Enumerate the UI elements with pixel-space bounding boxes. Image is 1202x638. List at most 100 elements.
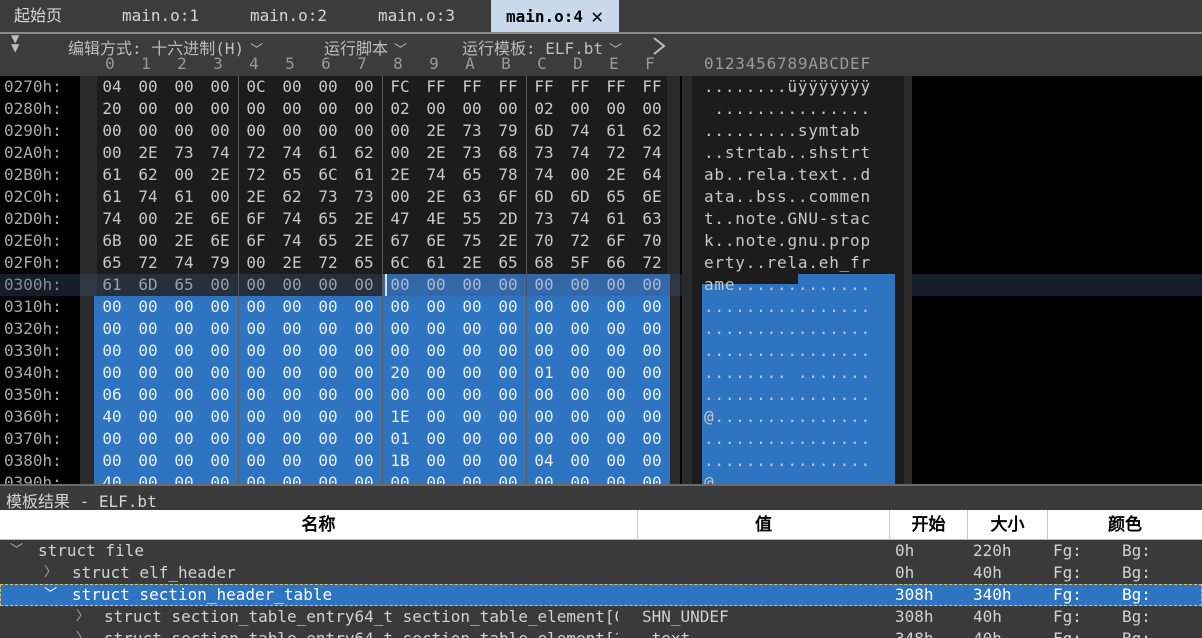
hex-byte[interactable]: 00 [454, 472, 490, 484]
hex-byte[interactable]: 00 [634, 384, 670, 406]
col-color-header[interactable]: 颜色 [1048, 510, 1202, 540]
hex-byte[interactable]: 2E [166, 208, 202, 230]
hex-byte[interactable]: 00 [130, 98, 166, 120]
hex-byte[interactable]: 00 [526, 384, 562, 406]
hex-byte[interactable]: 00 [310, 384, 346, 406]
hex-byte[interactable]: 00 [310, 340, 346, 362]
hex-byte[interactable]: 00 [346, 406, 382, 428]
hex-byte[interactable]: 00 [634, 362, 670, 384]
hex-byte[interactable]: 00 [310, 318, 346, 340]
hex-byte[interactable]: 00 [310, 406, 346, 428]
hex-byte[interactable]: 04 [94, 76, 130, 98]
hex-byte[interactable]: 6D [562, 186, 598, 208]
hex-byte[interactable]: FF [454, 76, 490, 98]
hex-byte[interactable]: 00 [346, 296, 382, 318]
hex-byte[interactable]: 79 [490, 120, 526, 142]
hex-byte[interactable]: 00 [454, 450, 490, 472]
hex-byte[interactable]: 00 [346, 318, 382, 340]
hex-byte[interactable]: 74 [166, 252, 202, 274]
hex-byte[interactable]: 65 [94, 252, 130, 274]
hex-byte[interactable]: 00 [562, 340, 598, 362]
hex-byte[interactable]: 74 [202, 142, 238, 164]
hex-byte[interactable]: 00 [130, 296, 166, 318]
hex-byte[interactable]: 2E [166, 230, 202, 252]
ascii-row[interactable]: @............... [704, 406, 871, 428]
hex-byte[interactable]: 00 [310, 120, 346, 142]
hex-byte[interactable]: 00 [238, 318, 274, 340]
hex-byte[interactable]: 00 [454, 318, 490, 340]
hex-byte[interactable]: 00 [130, 384, 166, 406]
hex-byte[interactable]: 00 [202, 120, 238, 142]
hex-byte[interactable]: 00 [274, 472, 310, 484]
hex-byte[interactable]: 00 [490, 362, 526, 384]
hex-byte[interactable]: 00 [310, 362, 346, 384]
hex-byte[interactable]: 1B [382, 450, 418, 472]
hex-byte[interactable]: FF [526, 76, 562, 98]
hex-byte[interactable]: 00 [238, 450, 274, 472]
hex-byte[interactable]: 00 [202, 472, 238, 484]
hex-byte[interactable]: 00 [562, 428, 598, 450]
hex-byte[interactable]: 00 [310, 428, 346, 450]
hex-byte[interactable]: 00 [94, 296, 130, 318]
hex-byte[interactable]: 2E [454, 252, 490, 274]
hex-byte[interactable]: 00 [562, 164, 598, 186]
hex-byte[interactable]: 64 [634, 164, 670, 186]
hex-byte[interactable]: 65 [310, 208, 346, 230]
hex-byte[interactable]: 74 [274, 142, 310, 164]
collapse-chevron-icon[interactable]: ﹀ [44, 584, 57, 606]
hex-byte[interactable]: 00 [130, 362, 166, 384]
hex-byte[interactable]: 74 [634, 142, 670, 164]
hex-byte[interactable]: 2E [490, 230, 526, 252]
hex-byte[interactable]: 00 [202, 186, 238, 208]
hex-byte[interactable]: 00 [274, 318, 310, 340]
hex-byte[interactable]: 00 [310, 472, 346, 484]
hex-byte[interactable]: 00 [418, 318, 454, 340]
hex-byte[interactable]: 00 [238, 340, 274, 362]
ascii-row[interactable]: ................ [704, 428, 871, 450]
hex-byte[interactable]: 00 [634, 296, 670, 318]
hex-byte[interactable]: FF [418, 76, 454, 98]
hex-byte[interactable]: 00 [490, 98, 526, 120]
hex-byte[interactable]: 68 [526, 252, 562, 274]
col-name-header[interactable]: 名称 [0, 510, 638, 540]
hex-byte[interactable]: 6F [238, 230, 274, 252]
hex-byte[interactable]: 2E [130, 142, 166, 164]
hex-byte[interactable]: 00 [94, 340, 130, 362]
hex-byte[interactable]: 00 [562, 472, 598, 484]
hex-byte[interactable]: 73 [310, 186, 346, 208]
hex-byte[interactable]: 00 [166, 406, 202, 428]
hex-byte[interactable]: 00 [454, 296, 490, 318]
hex-byte[interactable]: 00 [130, 208, 166, 230]
hex-byte[interactable]: 02 [526, 98, 562, 120]
hex-byte[interactable]: 00 [454, 98, 490, 120]
hex-byte[interactable]: 20 [382, 362, 418, 384]
hex-byte[interactable]: 72 [238, 142, 274, 164]
hex-byte[interactable]: 40 [94, 406, 130, 428]
hex-byte[interactable]: 74 [562, 142, 598, 164]
hex-byte[interactable]: 00 [598, 428, 634, 450]
hex-byte[interactable]: 00 [490, 450, 526, 472]
col-value-header[interactable]: 值 [638, 510, 890, 540]
hex-byte[interactable]: 00 [634, 406, 670, 428]
hex-byte[interactable]: 6E [634, 186, 670, 208]
hex-byte[interactable]: 40 [94, 472, 130, 484]
hex-byte[interactable]: 00 [526, 340, 562, 362]
hex-byte[interactable]: 00 [166, 318, 202, 340]
hex-byte[interactable]: 73 [454, 120, 490, 142]
hex-byte[interactable]: 00 [346, 98, 382, 120]
hex-byte[interactable]: 67 [382, 230, 418, 252]
hex-byte[interactable]: 6E [202, 208, 238, 230]
hex-byte[interactable]: 00 [202, 318, 238, 340]
col-start-header[interactable]: 开始 [890, 510, 968, 540]
hex-byte[interactable]: 2E [346, 230, 382, 252]
hex-byte[interactable]: 00 [94, 318, 130, 340]
hex-byte[interactable]: 74 [418, 164, 454, 186]
hex-byte[interactable]: 6E [202, 230, 238, 252]
hex-byte[interactable]: 00 [418, 428, 454, 450]
hex-byte[interactable]: 2D [490, 208, 526, 230]
expand-chevron-icon[interactable]: 〉 [44, 562, 57, 584]
hex-byte[interactable]: 00 [274, 120, 310, 142]
hex-byte[interactable]: 61 [310, 142, 346, 164]
hex-byte[interactable]: 00 [202, 362, 238, 384]
hex-byte[interactable]: 00 [490, 406, 526, 428]
